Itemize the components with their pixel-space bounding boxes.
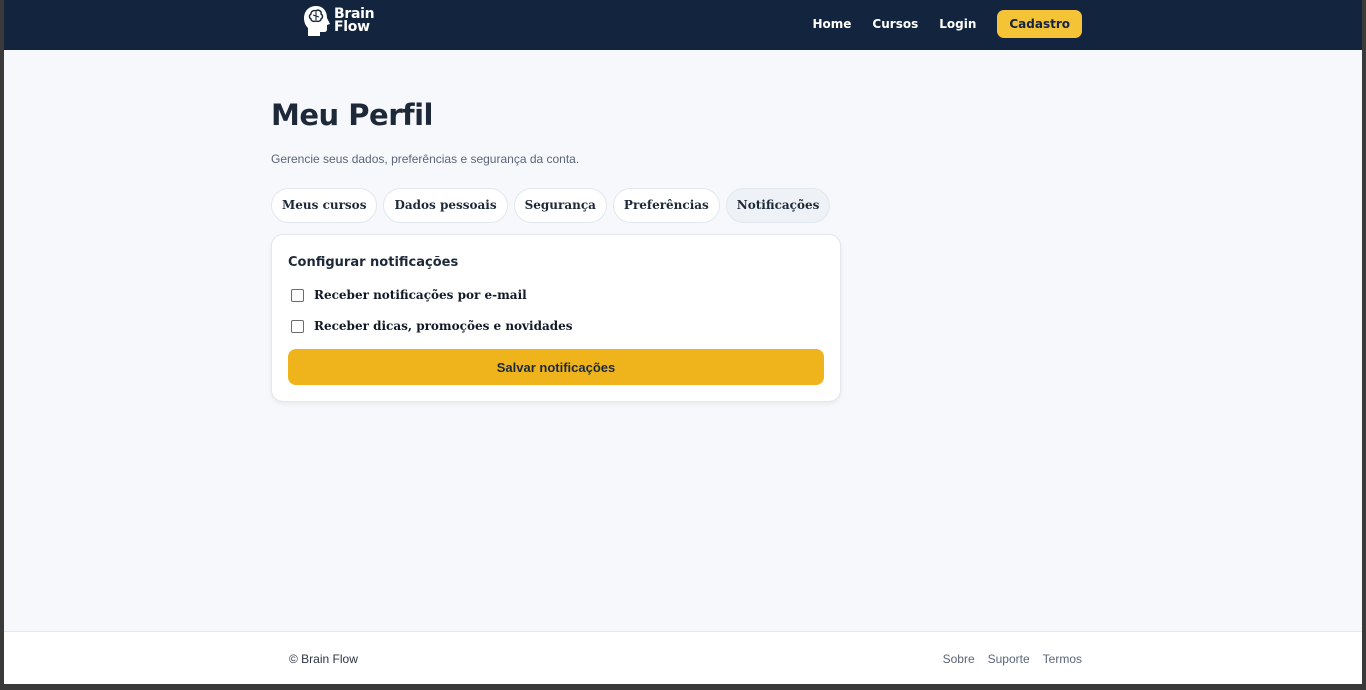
brand-name: Brain Flow <box>334 7 375 35</box>
notifications-title: Configurar notificações <box>288 255 459 270</box>
footer: © Brain Flow Sobre Suporte Termos <box>4 631 1362 684</box>
tab-dados-pessoais[interactable]: Dados pessoais <box>383 188 508 223</box>
nav-home-link[interactable]: Home <box>812 10 851 38</box>
page-subtitle: Gerencie seus dados, preferências e segu… <box>271 152 580 166</box>
save-notifications-button[interactable]: Salvar notificações <box>288 349 824 385</box>
footer-links: Sobre Suporte Termos <box>930 652 1082 666</box>
cadastro-button[interactable]: Cadastro <box>997 10 1082 38</box>
footer-link-sobre[interactable]: Sobre <box>943 652 975 666</box>
brain-head-icon <box>304 6 330 36</box>
page-title: Meu Perfil <box>271 98 434 132</box>
top-navbar: Brain Flow Home Cursos Login Cadastro <box>4 0 1362 50</box>
tab-meus-cursos[interactable]: Meus cursos <box>271 188 378 223</box>
app-frame: Brain Flow Home Cursos Login Cadastro Me… <box>4 0 1362 684</box>
email-notifications-checkbox[interactable] <box>291 288 304 302</box>
notifications-card: Configurar notificações Receber notifica… <box>271 234 841 402</box>
profile-tabs: Meus cursos Dados pessoais Segurança Pre… <box>271 188 836 223</box>
nav-login-link[interactable]: Login <box>939 10 976 38</box>
copyright-text: © Brain Flow <box>289 652 358 666</box>
brand-logo[interactable]: Brain Flow <box>302 4 375 38</box>
email-notifications-label: Receber notificações por e-mail <box>314 288 527 302</box>
tab-preferencias[interactable]: Preferências <box>612 188 720 223</box>
promo-notifications-option[interactable]: Receber dicas, promoções e novidades <box>291 319 573 333</box>
footer-link-suporte[interactable]: Suporte <box>988 652 1030 666</box>
main-nav: Home Cursos Login Cadastro <box>812 10 1082 38</box>
footer-link-termos[interactable]: Termos <box>1043 652 1082 666</box>
tab-notificacoes[interactable]: Notificações <box>725 188 831 223</box>
email-notifications-option[interactable]: Receber notificações por e-mail <box>291 288 527 302</box>
promo-notifications-label: Receber dicas, promoções e novidades <box>314 319 573 333</box>
nav-cursos-link[interactable]: Cursos <box>872 10 918 38</box>
tab-seguranca[interactable]: Segurança <box>513 188 607 223</box>
promo-notifications-checkbox[interactable] <box>291 319 304 333</box>
brand-name-line2: Flow <box>334 19 370 35</box>
